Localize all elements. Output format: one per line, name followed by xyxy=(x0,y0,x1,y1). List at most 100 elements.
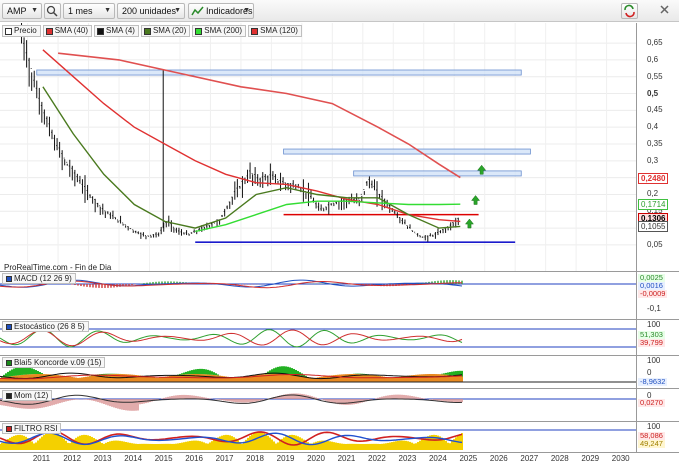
price-value-tag: 0,2480 xyxy=(638,173,669,185)
macd-legend[interactable]: MACD (12 26 9) xyxy=(2,273,76,284)
time-axis[interactable]: 2011 2012 2013 2014 2015 2016 2017 2018 2019 2020… xyxy=(0,452,679,464)
legend-item-sma200[interactable]: SMA (200) xyxy=(192,25,247,37)
price-panel: Precio SMA (40) SMA (4) SMA (20) SMA (20… xyxy=(0,23,679,271)
time-axis-tick: 2023 xyxy=(398,454,417,463)
symbol-label: AMP xyxy=(7,6,27,16)
filtro-rsi-panel: FILTRO RSI 100 58,086 49,247 xyxy=(0,422,679,452)
stochastic-d-line xyxy=(0,329,463,347)
macd-plot-area[interactable]: MACD (12 26 9) xyxy=(0,272,636,319)
time-axis-tick: 2022 xyxy=(368,454,386,463)
time-axis-tick: 2011 xyxy=(32,454,51,463)
legend-swatch xyxy=(6,275,12,282)
momentum-legend[interactable]: Mom (12) xyxy=(2,390,53,401)
momentum-plot-area[interactable]: Mom (12) xyxy=(0,389,636,421)
value-tag: 39,799 xyxy=(638,338,665,347)
time-axis-tick: 2025 xyxy=(459,454,478,463)
time-axis-tick: 2012 xyxy=(63,454,82,463)
price-axis-tick: 0,05 xyxy=(647,239,663,249)
value-tag: 0,0270 xyxy=(638,398,665,407)
legend-item-sma20[interactable]: SMA (20) xyxy=(140,25,191,37)
value-tag: 49,247 xyxy=(638,439,665,448)
legend-item-sma120[interactable]: SMA (120) xyxy=(248,25,302,37)
refresh-icon[interactable] xyxy=(621,3,638,19)
stochastic-plot-area[interactable]: Estocástico (26 8 5) xyxy=(0,320,636,355)
time-axis-tick: 2027 xyxy=(520,454,539,463)
filtro-rsi-plot-area[interactable]: FILTRO RSI xyxy=(0,422,636,452)
stochastic-chart xyxy=(0,328,636,348)
toolbar: AMP ▼ 1 mes ▼ 200 unidades ▼ Indicadores… xyxy=(0,0,679,22)
time-axis-tick: 2018 xyxy=(246,454,264,463)
price-axis-tick: 0,5 xyxy=(647,88,659,98)
filtro-rsi-legend[interactable]: FILTRO RSI xyxy=(2,423,62,434)
legend-label: SMA (40) xyxy=(54,26,89,35)
close-icon[interactable] xyxy=(656,3,676,19)
legend-swatch xyxy=(6,323,12,330)
arrow-up-icon xyxy=(471,195,481,205)
time-axis-tick: 2017 xyxy=(215,454,234,463)
legend-label: SMA (200) xyxy=(204,26,243,35)
price-axis-tick: 0,45 xyxy=(647,105,663,115)
price-axis-tick: 0,55 xyxy=(647,71,663,81)
price-legend: Precio SMA (40) SMA (4) SMA (20) SMA (20… xyxy=(2,25,302,37)
moving-average-line xyxy=(42,86,461,229)
time-axis-tick: 2026 xyxy=(489,454,508,463)
macd-axis[interactable]: -0,1 0,0025 0,0016 -0,0009 xyxy=(636,272,679,319)
time-axis-tick: 2014 xyxy=(124,454,143,463)
resistance-zone xyxy=(283,148,531,155)
stochastic-panel: Estocástico (26 8 5) 100 51,303 39,799 xyxy=(0,320,679,355)
legend-swatch xyxy=(97,27,105,35)
price-axis-tick: 0,4 xyxy=(647,122,659,132)
price-chart xyxy=(0,23,636,271)
chevron-down-icon: ▼ xyxy=(243,7,250,14)
value-tag: -0,0009 xyxy=(638,289,668,298)
legend-item-price[interactable]: Precio xyxy=(2,25,41,37)
price-axis-tick: 0,6 xyxy=(647,54,659,64)
filtro-rsi-axis[interactable]: 100 58,086 49,247 xyxy=(636,422,679,452)
momentum-axis[interactable]: 0 0,0270 xyxy=(636,389,679,421)
search-icon[interactable] xyxy=(44,3,61,19)
price-value-tag: 0,1055 xyxy=(638,221,669,233)
price-axis-tick: 0,3 xyxy=(647,155,659,165)
period-selector[interactable]: 1 mes ▼ xyxy=(63,3,115,19)
macd-panel: MACD (12 26 9) -0,1 0,0025 0,0016 -0,000… xyxy=(0,272,679,319)
legend-item-sma4[interactable]: SMA (4) xyxy=(94,25,139,37)
legend-label: SMA (120) xyxy=(260,26,298,35)
legend-item-sma40[interactable]: SMA (40) xyxy=(42,25,93,37)
momentum-chart xyxy=(0,393,636,411)
period-label: 1 mes xyxy=(68,6,93,16)
time-axis-tick: 2016 xyxy=(185,454,203,463)
chevron-down-icon: ▼ xyxy=(174,7,181,14)
units-selector[interactable]: 200 unidades ▼ xyxy=(117,3,185,19)
momentum-panel: Mom (12) 0 0,0270 xyxy=(0,389,679,421)
momentum-label: Mom (12) xyxy=(14,391,49,400)
legend-swatch xyxy=(6,392,12,399)
blai5-legend[interactable]: Blai5 Koncorde v.09 (15) xyxy=(2,357,106,368)
time-axis-tick: 2020 xyxy=(307,454,325,463)
filtro-rsi-label: FILTRO RSI xyxy=(14,424,58,433)
blai5-plot-area[interactable]: Blai5 Koncorde v.09 (15) xyxy=(0,356,636,388)
stochastic-label: Estocástico (26 8 5) xyxy=(14,322,85,331)
time-axis-tick: 2030 xyxy=(611,454,630,463)
chevron-down-icon: ▼ xyxy=(31,7,38,14)
axis-tick: 100 xyxy=(647,320,661,329)
blai5-label: Blai5 Koncorde v.09 (15) xyxy=(14,358,102,367)
legend-swatch xyxy=(6,425,12,432)
legend-swatch xyxy=(143,27,151,35)
legend-swatch xyxy=(5,27,12,35)
price-axis[interactable]: 0,650,60,550,50,450,40,350,30,250,20,150… xyxy=(636,23,679,271)
legend-label: SMA (20) xyxy=(152,26,187,35)
time-axis-tick: 2013 xyxy=(93,454,112,463)
stochastic-axis[interactable]: 100 51,303 39,799 xyxy=(636,320,679,355)
indicators-button[interactable]: Indicadores ▼ xyxy=(188,3,254,19)
data-source-label: ProRealTime.com - Fin de Dia xyxy=(4,263,112,271)
legend-label: Precio xyxy=(14,26,37,35)
price-axis-tick: 0,65 xyxy=(647,38,663,48)
price-plot-area[interactable]: Precio SMA (40) SMA (4) SMA (20) SMA (20… xyxy=(0,23,636,271)
stochastic-legend[interactable]: Estocástico (26 8 5) xyxy=(2,321,89,332)
macd-label: MACD (12 26 9) xyxy=(14,274,72,283)
blai5-axis[interactable]: 100 0 -8,9632 xyxy=(636,356,679,388)
chevron-down-icon: ▼ xyxy=(104,7,111,14)
legend-swatch xyxy=(45,27,53,35)
time-axis-tick: 2028 xyxy=(550,454,569,463)
symbol-selector[interactable]: AMP ▼ xyxy=(2,3,42,19)
